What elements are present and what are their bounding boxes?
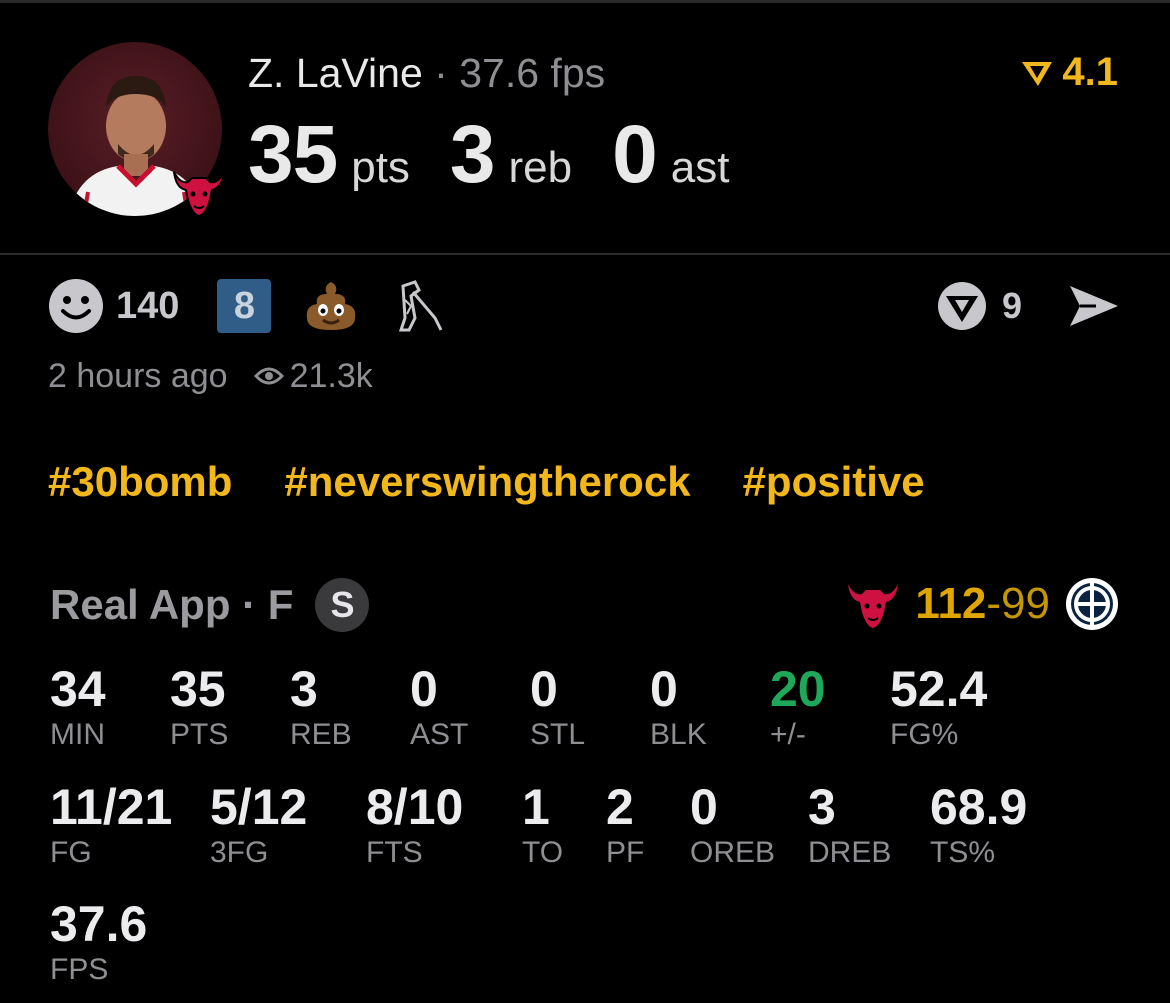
stat-value: 0 <box>690 779 718 835</box>
stat-pf: 2 PF <box>606 780 644 870</box>
stat-blk: 0 BLK <box>650 662 707 752</box>
poop-emoji-icon[interactable] <box>301 278 361 334</box>
stat-value: 5/12 <box>210 779 308 835</box>
stat-label: REB <box>290 718 352 751</box>
stat-value: 8/10 <box>366 779 464 835</box>
score-dash: - <box>986 579 1002 628</box>
stat-value: 37.6 <box>50 896 148 952</box>
stat-value: 3 <box>290 661 318 717</box>
view-count-value: 21.3k <box>289 356 373 395</box>
player-name[interactable]: Z. LaVine <box>248 50 423 96</box>
stat-value: 20 <box>770 661 826 717</box>
stat-stl: 0 STL <box>530 662 585 752</box>
comment-count: 9 <box>1001 285 1022 326</box>
game-source-label: Real App · F <box>50 581 294 628</box>
stat-to: 1 TO <box>522 780 563 870</box>
stat-label: MIN <box>50 718 105 751</box>
stat-label: TO <box>522 836 564 869</box>
stat-3fg: 5/12 3FG <box>210 780 307 870</box>
name-separator: · <box>434 50 448 96</box>
bulls-team-icon <box>848 584 899 628</box>
hashtag-neverswingtherock[interactable]: #neverswingtherock <box>284 458 690 506</box>
stat-value: 0 <box>530 661 558 717</box>
points-unit: pts <box>351 143 410 192</box>
stat-value: 11/21 <box>50 779 173 835</box>
opponent-team-icon <box>1066 578 1118 630</box>
real-rating-icon <box>1022 61 1053 86</box>
stat-ts-pct: 68.9 TS% <box>930 780 1027 870</box>
stat-label: TS% <box>930 836 996 869</box>
stat-label: AST <box>410 718 469 751</box>
stat-value: 35 <box>170 661 226 717</box>
stat-reb: 3 REB <box>290 662 352 752</box>
reactions-row: 140 8 <box>48 276 449 336</box>
smiley-reaction-icon[interactable] <box>48 278 104 334</box>
rebounds-unit: reb <box>508 143 573 192</box>
stat-label: FG <box>50 836 92 869</box>
stat-dreb: 3 DREB <box>808 780 891 870</box>
stat-value: 2 <box>606 779 634 835</box>
stat-ast: 0 AST <box>410 662 468 752</box>
stat-fg-pct: 52.4 FG% <box>890 662 987 752</box>
headline-stats: 35 pts 3 reb 0 ast <box>248 108 769 200</box>
game-source[interactable]: Real App · F S <box>50 578 370 632</box>
assists-value: 0 <box>612 109 658 200</box>
stat-label: PF <box>606 836 645 869</box>
stat-label: 3FG <box>210 836 269 869</box>
stat-label: FG% <box>890 718 959 751</box>
swinging-statue-icon[interactable] <box>389 278 449 334</box>
hashtag-30bomb[interactable]: #30bomb <box>48 458 232 506</box>
post-actions: 9 <box>936 278 1122 334</box>
stat-label: BLK <box>650 718 707 751</box>
stat-fg: 11/21 FG <box>50 780 172 870</box>
stat-value: 1 <box>522 779 550 835</box>
stat-label: OREB <box>690 836 776 869</box>
stat-label: +/- <box>770 718 806 751</box>
points-value: 35 <box>248 109 338 200</box>
eye-icon <box>253 367 284 385</box>
stat-label: DREB <box>808 836 892 869</box>
stat-label: STL <box>530 718 586 751</box>
player-name-line[interactable]: Z. LaVine · 37.6 fps <box>248 50 605 96</box>
hashtags: #30bomb #neverswingtherock #positive <box>48 458 977 506</box>
game-score[interactable]: 112 - 99 <box>843 576 1120 632</box>
smiley-count: 140 <box>116 284 180 327</box>
away-score: 99 <box>1001 579 1050 628</box>
stat-fps: 37.6 FPS <box>50 897 147 987</box>
assists-unit: ast <box>670 143 730 192</box>
time-ago: 2 hours ago <box>48 356 228 395</box>
stat-value: 68.9 <box>930 779 1028 835</box>
view-count: 21.3k <box>253 356 373 396</box>
stat-label: FPS <box>50 953 109 986</box>
stat-pts: 35 PTS <box>170 662 228 752</box>
stat-fts: 8/10 FTS <box>366 780 463 870</box>
bulls-logo-icon <box>170 166 228 218</box>
fantasy-points: 37.6 fps <box>459 50 606 96</box>
keycap-8-reaction[interactable]: 8 <box>217 279 272 333</box>
stat-value: 34 <box>50 661 106 717</box>
stat-value: 3 <box>808 779 836 835</box>
hashtag-positive[interactable]: #positive <box>743 458 925 506</box>
status-badge: S <box>315 578 370 632</box>
stat-min: 34 MIN <box>50 662 106 752</box>
stat-label: FTS <box>366 836 423 869</box>
rating-value: 4.1 <box>1062 50 1118 94</box>
share-send-icon[interactable] <box>1066 282 1122 330</box>
section-divider <box>0 253 1170 255</box>
home-score: 112 <box>915 579 987 628</box>
post-meta: 2 hours ago 21.3k <box>48 354 373 398</box>
stat-plus-minus: 20 +/- <box>770 662 826 752</box>
stat-value: 0 <box>650 661 678 717</box>
stat-label: PTS <box>170 718 229 751</box>
real-comments-icon[interactable] <box>936 280 988 332</box>
stat-value: 0 <box>410 661 438 717</box>
rating-badge[interactable]: 4.1 <box>1020 50 1118 95</box>
stat-oreb: 0 OREB <box>690 780 775 870</box>
top-border <box>0 0 1170 3</box>
rebounds-value: 3 <box>449 109 496 200</box>
stat-value: 52.4 <box>890 661 988 717</box>
